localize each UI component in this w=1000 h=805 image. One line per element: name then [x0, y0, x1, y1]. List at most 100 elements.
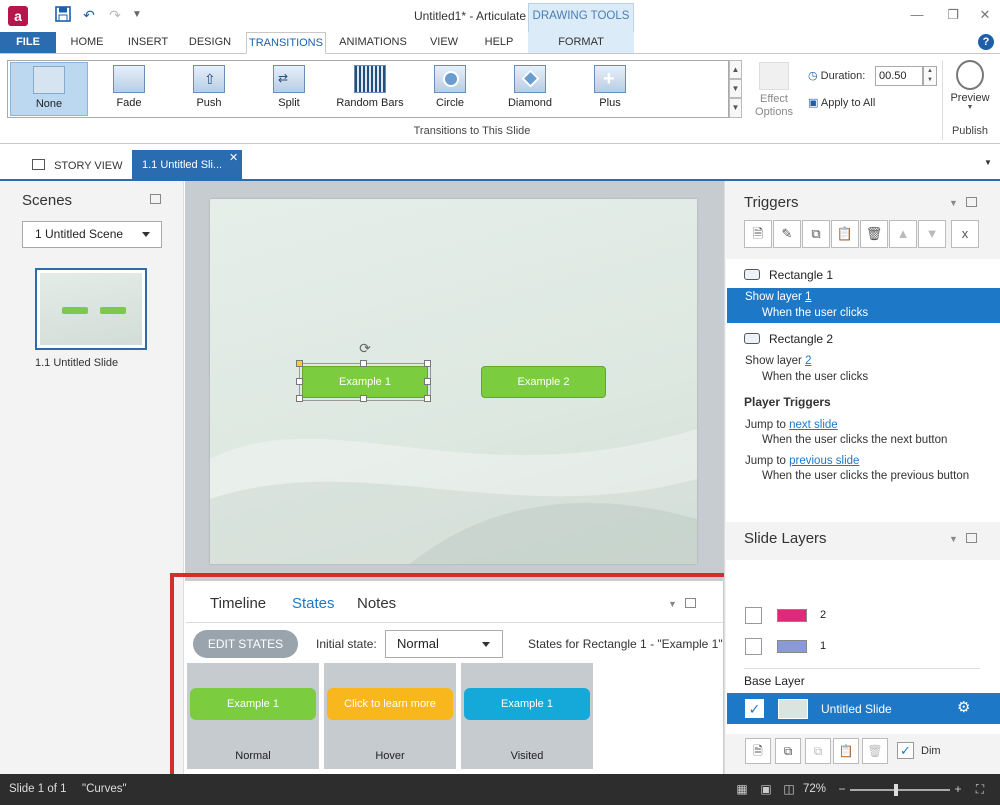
panel-menu-icon[interactable]: ▼	[949, 534, 958, 544]
slide-button-example-2[interactable]: Example 2	[481, 366, 606, 398]
resize-handle[interactable]	[296, 395, 303, 402]
paste-trigger-icon[interactable]: 📋	[831, 220, 859, 248]
tab-file[interactable]: FILE	[0, 32, 56, 53]
close-button[interactable]: ✕	[970, 4, 1000, 26]
apply-to-all-button[interactable]: ▣ Apply to All	[808, 96, 875, 109]
move-up-icon[interactable]: ▲	[889, 220, 917, 248]
delete-trigger-icon[interactable]: 🗑	[860, 220, 888, 248]
state-card-normal[interactable]: Example 1 Normal	[187, 663, 319, 769]
transition-fade[interactable]: Fade	[90, 62, 168, 116]
edit-trigger-icon[interactable]: ✎	[773, 220, 801, 248]
pin-icon[interactable]	[685, 598, 696, 608]
trigger-action[interactable]: Show layer 1	[745, 291, 812, 303]
layer-name[interactable]: 1	[820, 640, 826, 652]
undo-icon[interactable]: ↶	[80, 6, 98, 24]
tab-view[interactable]: VIEW	[422, 32, 466, 53]
trigger-action[interactable]: Show layer 2	[745, 355, 812, 367]
gallery-scroll-up[interactable]: ▲	[729, 60, 742, 79]
edit-states-button[interactable]: EDIT STATES	[193, 630, 298, 658]
resize-handle[interactable]	[296, 360, 303, 367]
next-slide-link[interactable]: next slide	[789, 419, 838, 431]
zoom-slider-thumb[interactable]	[894, 784, 898, 796]
layer-name[interactable]: 2	[820, 609, 826, 621]
zoom-in-icon[interactable]: +	[950, 781, 966, 797]
preview-button[interactable]: Preview ▼	[946, 60, 994, 122]
move-down-icon[interactable]: ▼	[918, 220, 946, 248]
base-layer-checkbox[interactable]: ✓	[745, 699, 764, 718]
copy-trigger-icon[interactable]: ⧉	[802, 220, 830, 248]
panel-menu-icon[interactable]: ▼	[668, 599, 677, 609]
transition-none[interactable]: None	[10, 62, 88, 116]
transition-push[interactable]: ⇧ Push	[170, 62, 248, 116]
tab-notes[interactable]: Notes	[357, 595, 396, 612]
new-layer-icon[interactable]: 🗎	[745, 738, 771, 764]
tab-home[interactable]: HOME	[62, 32, 112, 53]
gallery-scroll-down[interactable]: ▼	[729, 79, 742, 98]
maximize-button[interactable]: ❐	[938, 4, 968, 26]
tab-design[interactable]: DESIGN	[184, 32, 236, 53]
transition-plus[interactable]: + Plus	[571, 62, 649, 116]
slide-view-icon[interactable]: ◫	[781, 781, 797, 797]
delete-layer-icon[interactable]: 🗑	[862, 738, 888, 764]
tab-format[interactable]: FORMAT	[528, 32, 634, 53]
panel-menu-icon[interactable]: ▼	[949, 198, 958, 208]
pin-icon[interactable]	[150, 194, 161, 204]
grid-view-icon[interactable]: ▦	[734, 781, 750, 797]
tab-transitions[interactable]: TRANSITIONS	[246, 32, 326, 54]
tab-slide[interactable]: 1.1 Untitled Sli...	[132, 150, 242, 181]
normal-view-icon[interactable]: ▣	[758, 781, 774, 797]
tab-animations[interactable]: ANIMATIONS	[334, 32, 412, 53]
tab-story-view[interactable]: STORY VIEW	[22, 152, 132, 180]
tab-help[interactable]: HELP	[476, 32, 522, 53]
duplicate-layer-icon[interactable]: ⧉	[775, 738, 801, 764]
state-card-visited[interactable]: Example 1 Visited	[461, 663, 593, 769]
fit-to-window-icon[interactable]: ⛶	[972, 781, 988, 797]
pin-icon[interactable]	[966, 533, 977, 543]
resize-handle[interactable]	[424, 360, 431, 367]
resize-handle[interactable]	[424, 378, 431, 385]
previous-slide-link[interactable]: previous slide	[789, 455, 859, 467]
new-trigger-icon[interactable]: 🗎	[744, 220, 772, 248]
slide-canvas[interactable]	[210, 199, 697, 564]
trigger-layer-link[interactable]: 2	[805, 355, 811, 367]
trigger-layer-link[interactable]: 1	[805, 291, 811, 303]
close-icon[interactable]: ✕	[229, 151, 238, 164]
layer-visibility-checkbox[interactable]	[745, 638, 762, 655]
effect-options-button[interactable]: Effect Options	[748, 62, 800, 120]
help-icon[interactable]: ?	[978, 34, 994, 50]
transition-circle[interactable]: Circle	[411, 62, 489, 116]
resize-handle[interactable]	[360, 360, 367, 367]
transition-diamond[interactable]: Diamond	[491, 62, 569, 116]
state-card-hover[interactable]: Click to learn more Hover	[324, 663, 456, 769]
gallery-expand[interactable]: ▼	[729, 98, 742, 118]
pin-icon[interactable]	[966, 197, 977, 207]
trigger-action[interactable]: Jump to next slide	[745, 419, 838, 431]
tab-timeline[interactable]: Timeline	[210, 595, 266, 612]
transition-split[interactable]: ⇄ Split	[250, 62, 328, 116]
redo-icon[interactable]: ↷	[106, 6, 124, 24]
duration-input[interactable]: 00.50	[875, 66, 923, 86]
variables-icon[interactable]: x	[951, 220, 979, 248]
paste-layer-icon[interactable]: 📋	[833, 738, 859, 764]
scene-select[interactable]: 1 Untitled Scene	[22, 221, 162, 248]
duration-stepper[interactable]: ▲ ▼	[923, 66, 937, 86]
tab-states[interactable]: States	[292, 595, 335, 612]
resize-handle[interactable]	[360, 395, 367, 402]
rotate-handle-icon[interactable]: ⟳	[357, 340, 373, 356]
trigger-action[interactable]: Jump to previous slide	[745, 455, 859, 467]
tabs-menu-icon[interactable]: ▼	[984, 158, 992, 167]
minimize-button[interactable]: —	[902, 4, 932, 26]
slide-thumbnail[interactable]	[35, 268, 147, 350]
copy-layer-icon[interactable]: ⧉	[805, 738, 831, 764]
dim-checkbox[interactable]: ✓	[897, 742, 914, 759]
transition-random-bars[interactable]: Random Bars	[331, 62, 409, 116]
resize-handle[interactable]	[424, 395, 431, 402]
resize-handle[interactable]	[296, 378, 303, 385]
zoom-slider[interactable]	[850, 789, 950, 791]
customize-toolbar-icon[interactable]: ▼	[128, 6, 146, 24]
tab-insert[interactable]: INSERT	[122, 32, 174, 53]
zoom-out-icon[interactable]: −	[834, 781, 850, 797]
layer-visibility-checkbox[interactable]	[745, 607, 762, 624]
save-icon[interactable]	[54, 6, 72, 24]
slide-button-example-1[interactable]: Example 1	[302, 366, 428, 398]
